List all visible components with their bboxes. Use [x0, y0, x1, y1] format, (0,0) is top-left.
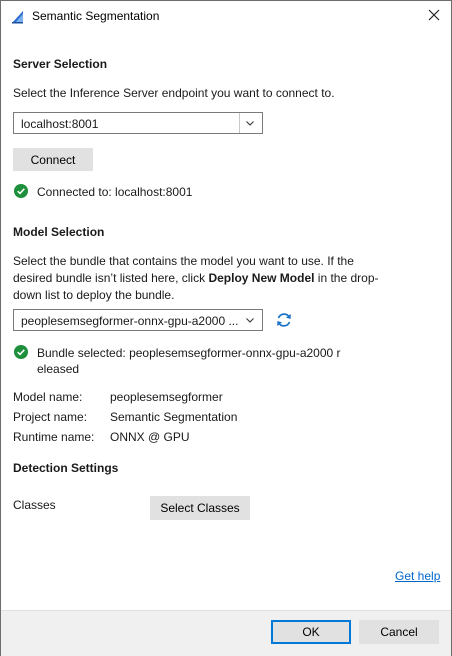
model-name-value: peoplesemsegformer [110, 390, 223, 404]
cancel-button[interactable]: Cancel [359, 620, 439, 644]
model-description: Select the bundle that contains the mode… [13, 253, 383, 304]
bundle-status-line-1: Bundle selected: peoplesemsegformer-onnx… [37, 346, 341, 360]
model-name-label: Model name: [13, 390, 83, 404]
check-circle-icon [14, 345, 28, 359]
get-help-link[interactable]: Get help [395, 569, 440, 583]
model-selection-heading: Model Selection [13, 225, 105, 239]
bundle-select[interactable]: peoplesemsegformer-onnx-gpu-a2000 ... [13, 309, 263, 331]
refresh-icon[interactable] [274, 310, 294, 330]
chevron-down-icon[interactable] [244, 117, 256, 129]
close-button[interactable] [417, 1, 451, 31]
check-circle-icon [14, 184, 28, 198]
deploy-new-model-text: Deploy New Model [208, 271, 315, 285]
combo-separator [239, 113, 240, 133]
chevron-down-icon[interactable] [244, 314, 256, 326]
project-name-label: Project name: [13, 410, 88, 424]
connect-button[interactable]: Connect [13, 148, 93, 171]
title-bar: Semantic Segmentation [1, 1, 451, 31]
bundle-value: peoplesemsegformer-onnx-gpu-a2000 ... [21, 314, 239, 328]
close-icon [428, 9, 440, 24]
window-title: Semantic Segmentation [32, 9, 160, 23]
endpoint-value: localhost:8001 [21, 117, 99, 131]
runtime-name-label: Runtime name: [13, 430, 95, 444]
project-name-value: Semantic Segmentation [110, 410, 238, 424]
endpoint-select[interactable]: localhost:8001 [13, 112, 263, 134]
runtime-name-value: ONNX @ GPU [110, 430, 190, 444]
bundle-status-line-2: eleased [37, 362, 80, 376]
classes-label: Classes [13, 498, 56, 512]
server-selection-heading: Server Selection [13, 57, 108, 71]
detection-settings-heading: Detection Settings [13, 461, 119, 475]
ok-button[interactable]: OK [271, 620, 351, 644]
server-description: Select the Inference Server endpoint you… [13, 86, 335, 100]
select-classes-button[interactable]: Select Classes [150, 496, 250, 520]
dialog-window: Semantic Segmentation Server Selection S… [0, 0, 452, 656]
connection-status: Connected to: localhost:8001 [37, 185, 193, 199]
app-icon [11, 10, 25, 24]
dialog-footer: OK Cancel [1, 610, 451, 656]
